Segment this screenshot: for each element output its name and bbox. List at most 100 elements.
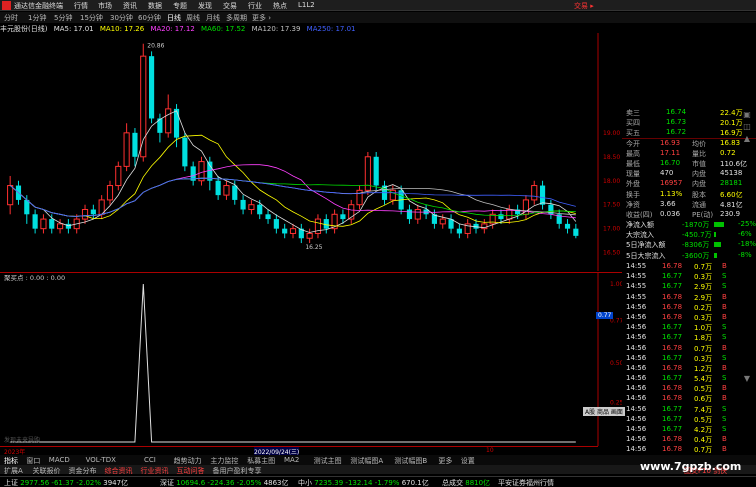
extension-tab[interactable]: 关联报价 xyxy=(33,466,61,476)
period-tab[interactable]: 15分钟 xyxy=(80,13,103,23)
period-tab[interactable]: 1分钟 xyxy=(28,13,46,23)
candle-body[interactable] xyxy=(223,185,230,196)
menu-item[interactable]: L1L2 xyxy=(298,1,315,9)
index-quote[interactable]: 深证 10694.6 -224.36 -2.05% 4863亿 xyxy=(160,478,289,487)
trade-time: 14:56 xyxy=(626,384,647,393)
candle-body[interactable] xyxy=(123,132,130,167)
candle-body[interactable] xyxy=(498,214,504,220)
candle-body[interactable] xyxy=(406,209,413,220)
candle-body[interactable] xyxy=(439,218,446,225)
candle-body[interactable] xyxy=(24,199,30,215)
menu-item[interactable]: 行情 xyxy=(74,1,88,11)
period-tab-active[interactable]: 日线 xyxy=(167,13,181,23)
candle-body[interactable] xyxy=(232,185,238,200)
trade-row: 14:56 16.78 0.6万 B xyxy=(622,394,756,404)
period-tab[interactable]: 30分钟 xyxy=(110,13,133,23)
indicator-tab[interactable]: MACD xyxy=(49,456,70,464)
extension-tab[interactable]: 资金分布 xyxy=(69,466,97,476)
period-tab[interactable]: 多周期 xyxy=(226,13,247,23)
candle-body[interactable] xyxy=(282,228,288,234)
current-value-marker: 0.77 xyxy=(596,312,614,319)
period-tab[interactable]: 分时 xyxy=(4,13,18,23)
ma-legend: 丰元股份(日线) MA5: 17.01 MA10: 17.26 MA20: 17… xyxy=(0,24,359,33)
candle-body[interactable] xyxy=(323,219,329,229)
candle-body[interactable] xyxy=(32,214,38,229)
candle-body[interactable] xyxy=(182,137,188,167)
indicator-tab[interactable]: CCI xyxy=(144,456,156,464)
candle-body[interactable] xyxy=(306,232,313,239)
stat-value: 0.036 xyxy=(660,209,681,218)
candle-body[interactable] xyxy=(248,204,255,210)
candle-body[interactable] xyxy=(373,156,379,186)
pin-icon[interactable]: ▣ xyxy=(741,110,753,120)
candle-body[interactable] xyxy=(173,108,180,138)
indicator-tab[interactable]: VOL-TDX xyxy=(86,456,116,464)
trade-side: B xyxy=(722,262,727,270)
trade-row: 14:56 16.77 1.0万 S xyxy=(622,323,756,333)
period-tab[interactable]: 月线 xyxy=(206,13,220,23)
candle-body[interactable] xyxy=(573,228,579,236)
candle-body[interactable] xyxy=(132,132,138,157)
menu-item[interactable]: 热点 xyxy=(273,1,287,11)
candle-body[interactable] xyxy=(90,209,96,215)
candle-body[interactable] xyxy=(140,55,147,158)
candle-body[interactable] xyxy=(564,223,571,229)
menu-item[interactable]: 专题 xyxy=(173,1,187,11)
extension-tab[interactable]: 扩展A xyxy=(4,466,23,476)
period-tab[interactable]: 60分钟 xyxy=(138,13,161,23)
period-tab[interactable]: 5分钟 xyxy=(54,13,72,23)
candle-body[interactable] xyxy=(56,223,64,230)
trade-time: 14:56 xyxy=(626,363,647,372)
index-quote[interactable]: 上证 2977.56 -61.37 -2.02% 3947亿 xyxy=(4,478,128,487)
candle-body[interactable] xyxy=(414,209,421,220)
trade-button[interactable]: 交易 ▸ xyxy=(574,1,594,11)
trade-price: 16.77 xyxy=(662,414,683,423)
menu-item[interactable]: 行业 xyxy=(248,1,262,11)
extension-tab[interactable]: 备用户盈利专享 xyxy=(213,466,262,476)
menu-item[interactable]: 数据 xyxy=(148,1,162,11)
period-tab[interactable]: 周线 xyxy=(186,13,200,23)
candle-body[interactable] xyxy=(215,180,221,196)
menu-item[interactable]: 资讯 xyxy=(123,1,137,11)
candle-body[interactable] xyxy=(531,185,538,201)
down-arrow-icon[interactable]: ▼ xyxy=(741,374,753,384)
indicator-tab[interactable]: MA2 xyxy=(284,456,299,464)
candle-body[interactable] xyxy=(257,204,263,215)
candle-body[interactable] xyxy=(49,219,55,229)
up-arrow-icon[interactable]: ▲ xyxy=(741,134,753,144)
candle-body[interactable] xyxy=(273,219,279,229)
extension-tab[interactable]: 行业资讯 xyxy=(141,466,169,476)
stat-label: 现量 xyxy=(626,170,640,179)
menu-item[interactable]: 交易 xyxy=(223,1,237,11)
candle-body[interactable] xyxy=(65,223,71,229)
candle-body[interactable] xyxy=(265,214,271,220)
flow-bar xyxy=(714,222,724,228)
candle-body[interactable] xyxy=(289,228,297,234)
index-quote[interactable]: 中小 7235.39 -132.14 -1.79% 670.1亿 xyxy=(298,478,429,487)
extension-tab[interactable]: 综合资讯 xyxy=(105,466,133,476)
candle-body[interactable] xyxy=(340,214,346,220)
window-icon[interactable]: ◫ xyxy=(741,122,753,132)
candle-body[interactable] xyxy=(106,185,114,201)
flow-value: -8306万 xyxy=(682,241,710,250)
market-tooltip[interactable]: A股 商品 画面 xyxy=(583,407,625,416)
menu-item[interactable]: 市场 xyxy=(98,1,112,11)
candle-body[interactable] xyxy=(115,165,122,187)
trade-ticker-list[interactable]: 14:55 16.78 0.7万 B 14:55 16.77 0.3万 S 14:5… xyxy=(622,262,756,466)
menu-item[interactable]: 发现 xyxy=(198,1,212,11)
extension-tab[interactable]: 互动问答 xyxy=(177,466,205,476)
candle-body[interactable] xyxy=(81,209,89,220)
candle-body[interactable] xyxy=(40,218,47,230)
candle-body[interactable] xyxy=(539,185,546,205)
candle-body[interactable] xyxy=(240,199,246,210)
candle-body[interactable] xyxy=(149,56,155,119)
index-value: 8810亿 xyxy=(465,479,491,487)
candle-body[interactable] xyxy=(165,108,172,134)
candlestick-chart[interactable]: 19.00 18.50 18.00 17.50 17.00 16.50 20.86 16.… xyxy=(0,33,622,271)
candle-body[interactable] xyxy=(7,185,14,206)
indicator-chart[interactable]: 聚买点 : 0.00 : 0.00 1.00 0.77 0.50 0.25 发现未来导… xyxy=(0,272,622,446)
candle-body[interactable] xyxy=(456,228,462,234)
index-quote[interactable]: 总成交 8810亿 xyxy=(442,478,490,487)
candle-body[interactable] xyxy=(506,209,513,220)
period-tab[interactable]: 更多 › xyxy=(252,13,271,23)
